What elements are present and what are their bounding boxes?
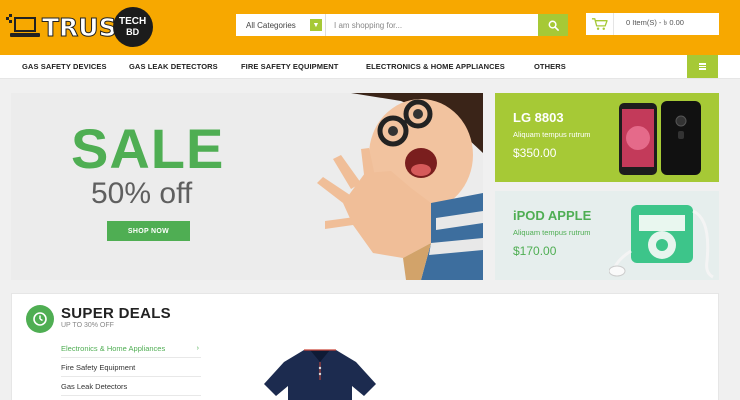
category-label: Electronics & Home Appliances bbox=[61, 344, 166, 353]
main-nav: GAS SAFETY DEVICES GAS LEAK DETECTORS FI… bbox=[0, 55, 740, 79]
promo-subtitle: Aliquam tempus rutrum bbox=[513, 228, 591, 237]
menu-toggle-button[interactable] bbox=[687, 55, 718, 78]
cart-summary: 0 Item(S) - ৳ 0.00 bbox=[626, 18, 684, 27]
category-select[interactable]: All Categories ▼ bbox=[236, 14, 326, 36]
deals-title: SUPER DEALS bbox=[61, 305, 171, 322]
clock-icon bbox=[26, 305, 54, 333]
search-button[interactable] bbox=[538, 14, 568, 36]
laptop-logo-icon bbox=[6, 14, 40, 40]
top-header: TRUS TECH BD All Categories ▼ 0 Item(S) bbox=[0, 0, 740, 55]
hero-subline: 50% off bbox=[91, 177, 193, 210]
category-select-value: All Categories bbox=[246, 20, 296, 30]
search-input[interactable] bbox=[326, 14, 538, 36]
deals-category-electronics[interactable]: Electronics & Home Appliances › bbox=[61, 339, 201, 358]
cart-button[interactable]: 0 Item(S) - ৳ 0.00 bbox=[586, 13, 719, 35]
hero-banner[interactable]: SALE 50% off SHOP NOW bbox=[11, 93, 483, 280]
cart-icon bbox=[591, 18, 608, 30]
logo-text: TRUS bbox=[42, 12, 118, 42]
deals-subtitle: UP TO 30% OFF bbox=[61, 322, 114, 329]
deals-category-list: Electronics & Home Appliances › Fire Saf… bbox=[61, 339, 201, 396]
chevron-down-icon: ▼ bbox=[310, 19, 322, 31]
smartphones-image bbox=[619, 101, 701, 175]
site-logo[interactable]: TRUS TECH BD bbox=[6, 7, 153, 47]
hero-child-photo bbox=[317, 93, 483, 280]
menu-icon bbox=[699, 62, 706, 71]
chevron-right-icon: › bbox=[196, 345, 199, 352]
search-bar: All Categories ▼ bbox=[236, 14, 568, 36]
promo-ipod-apple[interactable]: iPOD APPLE Aliquam tempus rutrum $170.00 bbox=[495, 191, 719, 280]
logo-badge-line2: BD bbox=[126, 27, 140, 37]
cart-icon-box bbox=[586, 13, 614, 35]
nav-fire-safety-equipment[interactable]: FIRE SAFETY EQUIPMENT bbox=[241, 55, 338, 79]
search-icon bbox=[548, 20, 559, 31]
promo-price: $170.00 bbox=[513, 244, 557, 258]
promo-subtitle: Aliquam tempus rutrum bbox=[513, 130, 591, 139]
deals-category-fire-safety[interactable]: Fire Safety Equipment bbox=[61, 358, 201, 377]
nav-gas-safety-devices[interactable]: GAS SAFETY DEVICES bbox=[22, 55, 107, 79]
deals-category-gas-leak[interactable]: Gas Leak Detectors bbox=[61, 377, 201, 396]
hero-headline: SALE bbox=[71, 117, 225, 180]
shop-now-button[interactable]: SHOP NOW bbox=[107, 221, 190, 241]
nav-electronics-home-appliances[interactable]: ELECTRONICS & HOME APPLIANCES bbox=[366, 55, 505, 79]
promo-lg-8803[interactable]: LG 8803 Aliquam tempus rutrum $350.00 bbox=[495, 93, 719, 182]
nav-gas-leak-detectors[interactable]: GAS LEAK DETECTORS bbox=[129, 55, 218, 79]
promo-price: $350.00 bbox=[513, 146, 557, 160]
promo-title: LG 8803 bbox=[513, 110, 564, 125]
super-deals-section: SUPER DEALS UP TO 30% OFF Electronics & … bbox=[11, 293, 719, 400]
logo-badge: TECH BD bbox=[112, 7, 153, 47]
polo-shirt-image[interactable] bbox=[264, 344, 376, 400]
promo-title: iPOD APPLE bbox=[513, 208, 592, 223]
nav-others[interactable]: OTHERS bbox=[534, 55, 566, 79]
ipod-image bbox=[609, 205, 714, 279]
logo-badge-line1: TECH bbox=[118, 16, 147, 27]
